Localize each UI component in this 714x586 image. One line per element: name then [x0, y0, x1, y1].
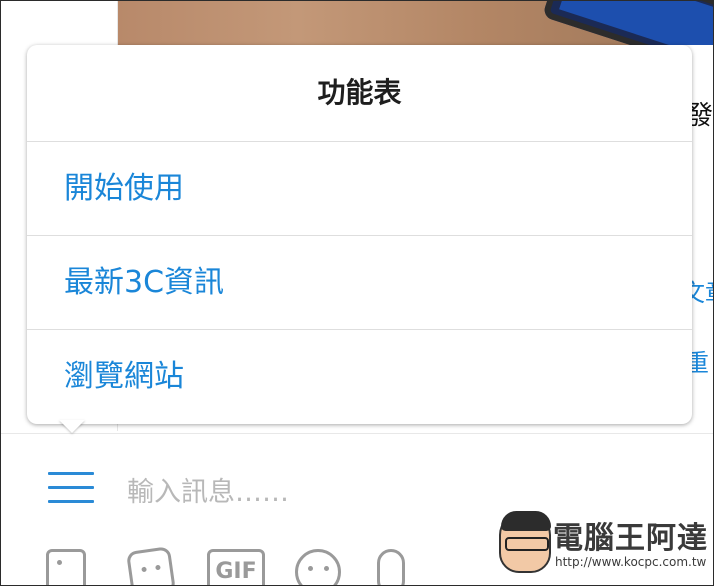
- sticker-icon[interactable]: [126, 546, 176, 585]
- article-thumbnail-image[interactable]: [118, 1, 713, 45]
- message-input[interactable]: [125, 471, 489, 513]
- watermark-url: http://www.kocpc.com.tw: [555, 555, 707, 569]
- microphone-icon[interactable]: [377, 549, 405, 585]
- menu-item-browse-website[interactable]: 瀏覽網站: [27, 330, 692, 423]
- function-menu-popup: 功能表 開始使用 最新3C資訊 瀏覽網站: [27, 45, 692, 424]
- phone-image: [542, 1, 713, 45]
- watermark-logo: 電腦王阿達 http://www.kocpc.com.tw: [495, 509, 708, 579]
- menu-toggle-icon[interactable]: [48, 472, 94, 506]
- menu-item-latest-3c-news[interactable]: 最新3C資訊: [27, 236, 692, 330]
- emoji-icon[interactable]: [295, 549, 341, 585]
- menu-title: 功能表: [27, 45, 692, 142]
- watermark-text: 電腦王阿達: [553, 521, 708, 556]
- image-icon[interactable]: [46, 549, 86, 585]
- menu-pointer-arrow: [59, 420, 85, 433]
- input-bar-divider: [1, 433, 713, 434]
- mascot-face-icon: [499, 511, 551, 573]
- menu-item-get-started[interactable]: 開始使用: [27, 142, 692, 236]
- gif-icon[interactable]: GIF: [207, 549, 265, 585]
- app-window: 發 文章 重 GIF 電腦王阿達 http://www.kocpc.com.tw…: [0, 0, 714, 586]
